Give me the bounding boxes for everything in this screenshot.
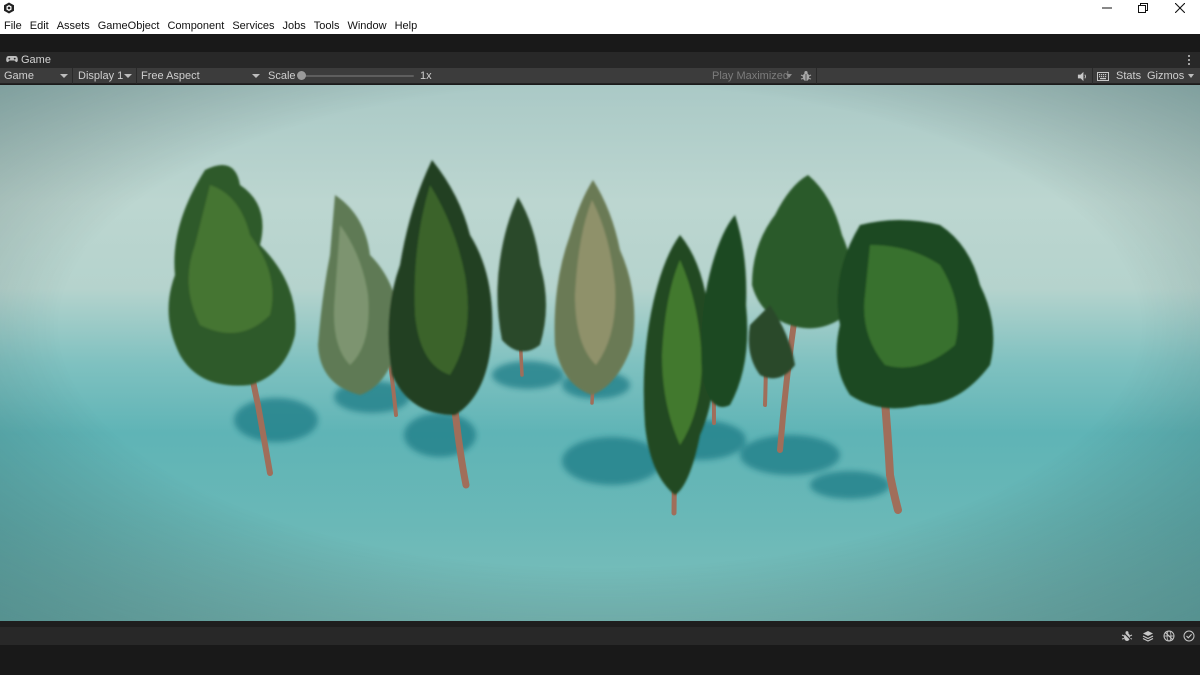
menu-tools[interactable]: Tools	[314, 18, 340, 34]
check-circle-icon[interactable]	[1182, 629, 1196, 643]
menu-jobs[interactable]: Jobs	[283, 18, 306, 34]
close-icon	[1174, 2, 1186, 16]
menu-file[interactable]: File	[4, 18, 22, 34]
scale-value: 1x	[420, 70, 432, 82]
divider	[816, 68, 817, 84]
play-mode-dropdown[interactable]: Play Maximized	[708, 68, 794, 84]
gizmos-label: Gizmos	[1147, 70, 1185, 82]
gamepad-icon	[6, 54, 18, 66]
globe-bug-icon[interactable]	[1162, 629, 1176, 643]
bug-icon[interactable]	[799, 69, 813, 83]
chevron-down-icon	[786, 74, 792, 78]
tab-game-label: Game	[21, 54, 51, 66]
display-value: Display 1	[78, 70, 124, 82]
footer-panel	[0, 645, 1200, 675]
aspect-dropdown[interactable]: Free Aspect	[137, 68, 264, 84]
display-dropdown[interactable]: Display 1	[74, 68, 136, 84]
menu-gameobject[interactable]: GameObject	[98, 18, 160, 34]
chevron-down-icon	[1188, 74, 1194, 78]
speaker-icon[interactable]	[1075, 69, 1089, 83]
minimize-icon	[1102, 3, 1112, 16]
menu-edit[interactable]: Edit	[30, 18, 49, 34]
tab-game[interactable]: Game	[0, 52, 57, 68]
chevron-down-icon	[252, 74, 260, 78]
layers-icon[interactable]	[1141, 629, 1155, 643]
view-mode-value: Game	[4, 70, 34, 82]
minimize-button[interactable]	[1089, 0, 1125, 18]
scale-slider-thumb[interactable]	[297, 71, 306, 80]
title-bar: File Edit Assets GameObject Component Se…	[0, 0, 1200, 34]
restore-button[interactable]	[1125, 0, 1161, 18]
menu-services[interactable]: Services	[232, 18, 274, 34]
unity-logo-icon	[3, 2, 15, 14]
gizmos-dropdown[interactable]: Gizmos	[1147, 68, 1200, 84]
divider	[1092, 68, 1093, 84]
scale-slider-track[interactable]	[300, 75, 414, 77]
menu-help[interactable]: Help	[395, 18, 418, 34]
game-toolbar: Game Display 1 Free Aspect Scale 1x Play…	[0, 68, 1200, 84]
menu-component[interactable]: Component	[167, 18, 224, 34]
kebab-menu-icon[interactable]	[1186, 53, 1192, 67]
play-mode-value: Play Maximized	[712, 70, 790, 82]
debug-bug-icon[interactable]	[1120, 629, 1134, 643]
stats-button[interactable]: Stats	[1116, 68, 1141, 84]
close-button[interactable]	[1162, 0, 1198, 18]
status-bar	[0, 627, 1200, 645]
restore-icon	[1138, 2, 1148, 16]
keyboard-icon[interactable]	[1096, 69, 1110, 83]
divider	[72, 68, 73, 84]
scene-render	[0, 85, 1200, 621]
menu-assets[interactable]: Assets	[57, 18, 90, 34]
tab-bar: Game	[0, 52, 1200, 68]
aspect-value: Free Aspect	[141, 70, 200, 82]
game-viewport[interactable]	[0, 85, 1200, 621]
main-toolbar-strip	[0, 34, 1200, 52]
menu-bar: File Edit Assets GameObject Component Se…	[0, 18, 425, 34]
menu-window[interactable]: Window	[347, 18, 386, 34]
chevron-down-icon	[124, 74, 132, 78]
view-mode-dropdown[interactable]: Game	[0, 68, 72, 84]
chevron-down-icon	[60, 74, 68, 78]
scale-label: Scale	[268, 70, 296, 82]
